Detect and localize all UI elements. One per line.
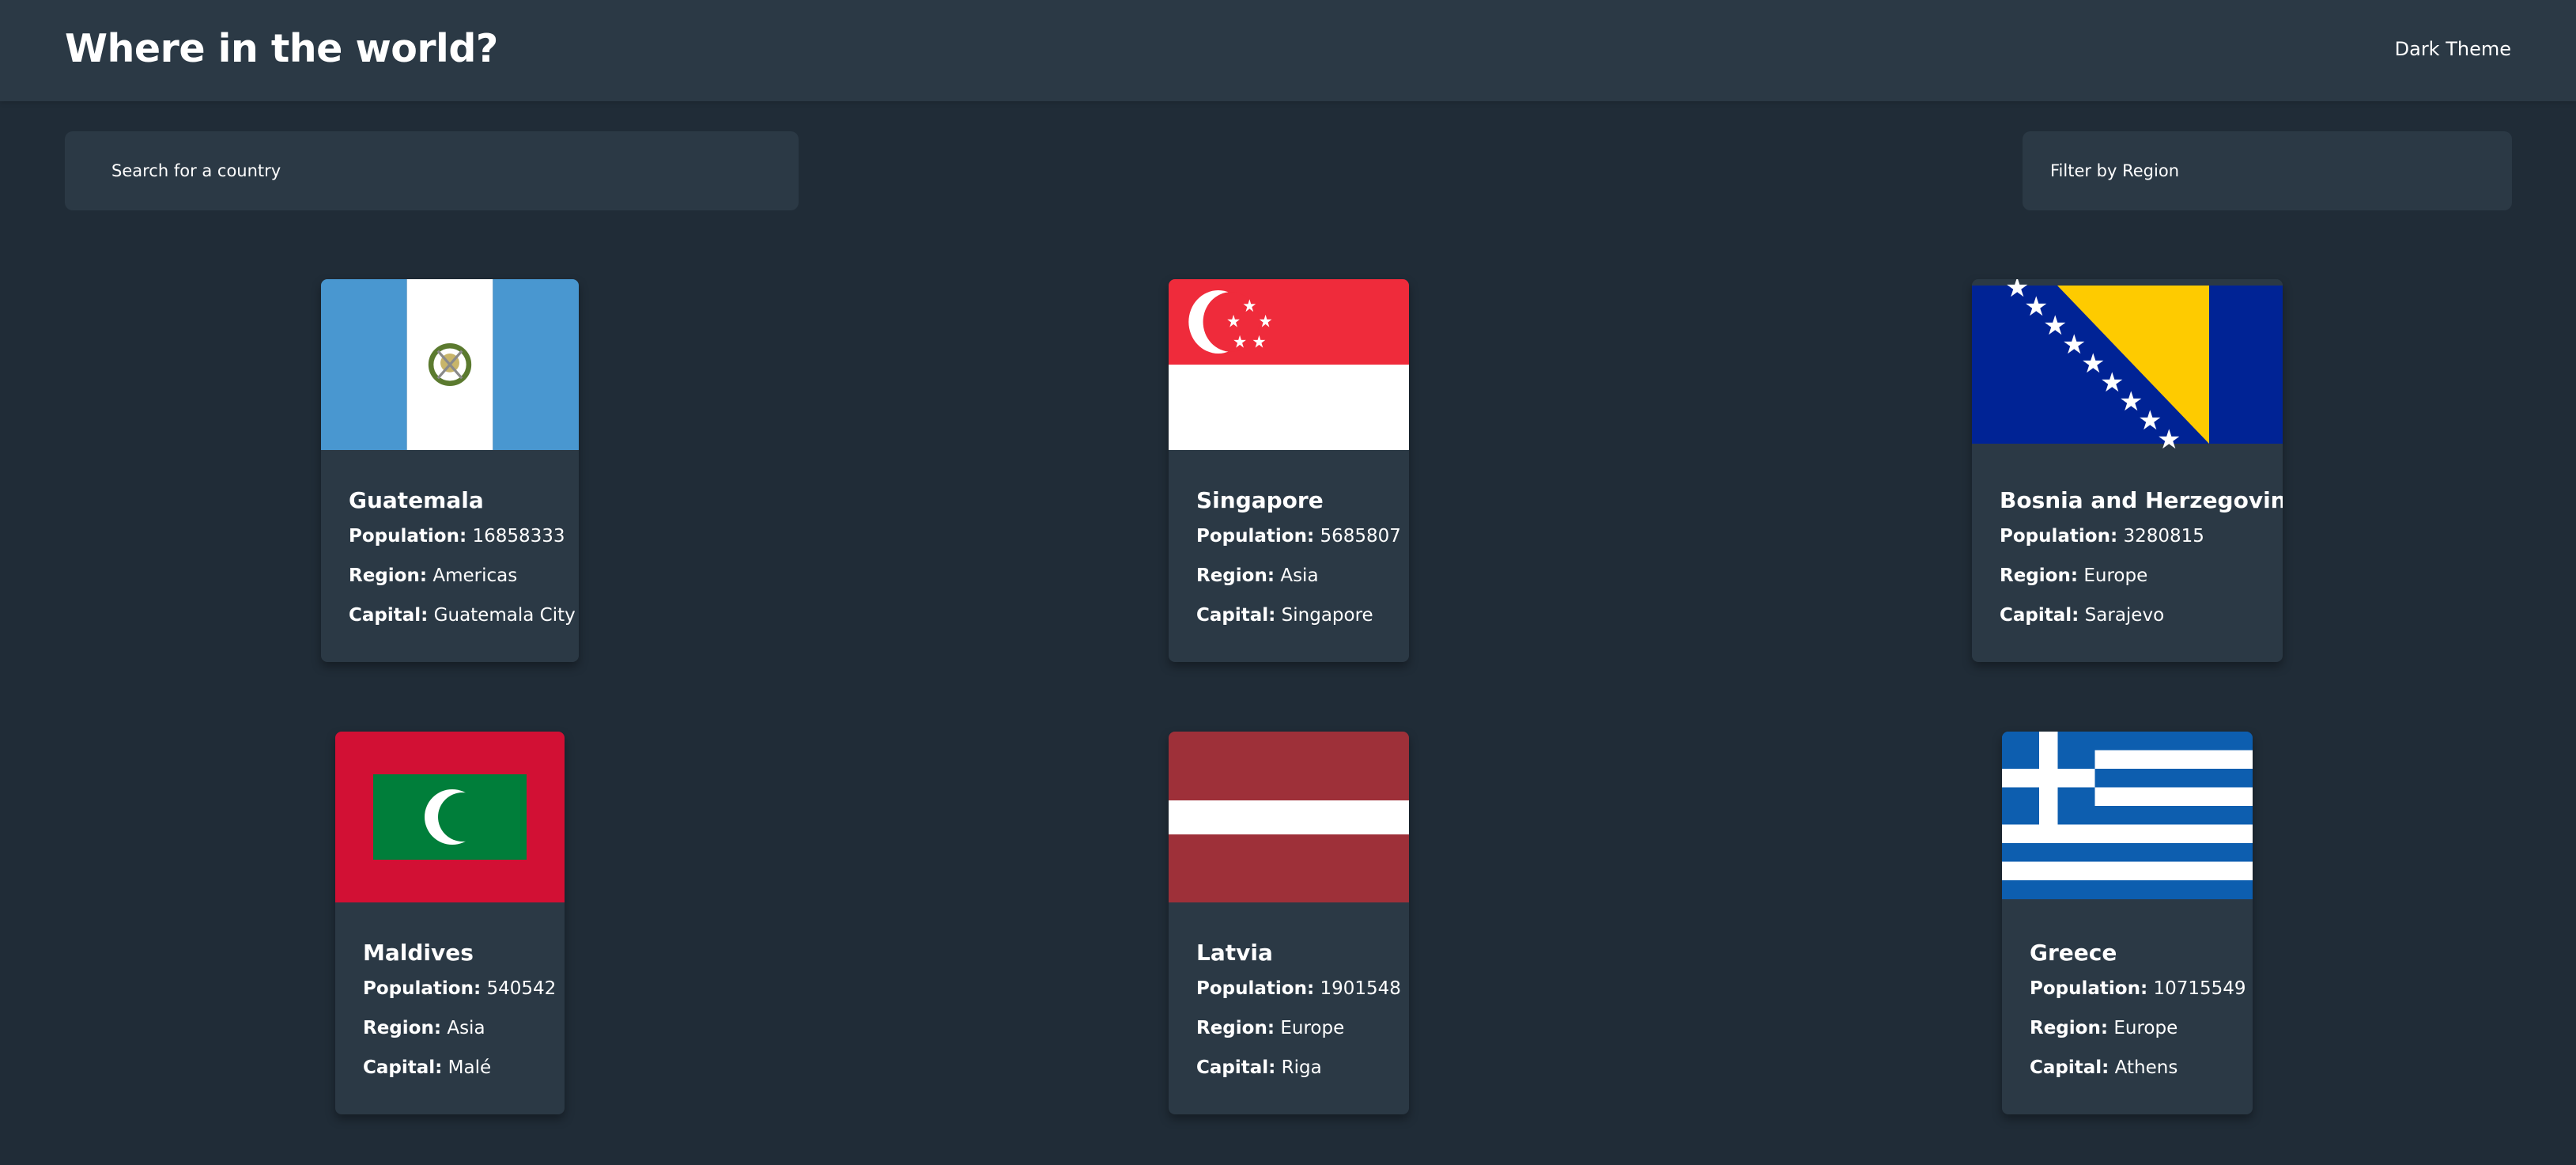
capital-row: Capital: Athens (2030, 1057, 2178, 1078)
region-filter-dropdown[interactable]: Filter by Region (2023, 131, 2512, 210)
search-input[interactable] (65, 131, 799, 210)
population-row: Population: 3280815 (2000, 526, 2204, 547)
country-name: Greece (2030, 940, 2117, 966)
country-card-singapore[interactable]: ★ ★ ★ ★ ★ Singapore Population: 5685807 … (1169, 279, 1409, 662)
latvia-flag-icon (1169, 732, 1409, 902)
country-name: Guatemala (349, 487, 484, 513)
region-row: Region: Asia (1196, 565, 1319, 586)
capital-row: Capital: Malé (363, 1057, 492, 1078)
country-card-guatemala[interactable]: Guatemala Population: 16858333 Region: A… (321, 279, 579, 662)
singapore-flag-icon: ★ ★ ★ ★ ★ (1169, 279, 1409, 450)
page-title: Where in the world? (65, 26, 498, 71)
country-name: Latvia (1196, 940, 1273, 966)
svg-text:★: ★ (1233, 332, 1247, 352)
country-name: Maldives (363, 940, 474, 966)
region-row: Region: Americas (349, 565, 518, 586)
greece-flag-icon (2002, 732, 2253, 902)
country-card-maldives[interactable]: Maldives Population: 540542 Region: Asia… (335, 732, 565, 1114)
region-row: Region: Asia (363, 1018, 485, 1038)
capital-row: Capital: Guatemala City (349, 605, 576, 626)
svg-text:★: ★ (1242, 296, 1256, 316)
population-row: Population: 10715549 (2030, 978, 2246, 999)
population-row: Population: 16858333 (349, 526, 565, 547)
maldives-flag-icon (335, 732, 565, 902)
country-name: Singapore (1196, 487, 1324, 513)
country-card-greece[interactable]: Greece Population: 10715549 Region: Euro… (2002, 732, 2253, 1114)
country-card-latvia[interactable]: Latvia Population: 1901548 Region: Europ… (1169, 732, 1409, 1114)
population-row: Population: 1901548 (1196, 978, 1401, 999)
capital-row: Capital: Singapore (1196, 605, 1373, 626)
svg-text:★: ★ (1258, 312, 1272, 331)
app-header: Where in the world? Dark Theme (0, 0, 2576, 101)
population-row: Population: 540542 (363, 978, 557, 999)
svg-text:★: ★ (2157, 424, 2181, 450)
theme-toggle-button[interactable]: Dark Theme (2395, 35, 2511, 63)
population-row: Population: 5685807 (1196, 526, 1401, 547)
region-row: Region: Europe (2000, 565, 2148, 586)
capital-row: Capital: Sarajevo (2000, 605, 2165, 626)
country-name: Bosnia and Herzegovina (2000, 487, 2283, 513)
region-row: Region: Europe (1196, 1018, 1345, 1038)
capital-row: Capital: Riga (1196, 1057, 1322, 1078)
bosnia-flag-icon: ★ ★ ★ ★ ★ ★ ★ ★ ★ (1972, 279, 2283, 450)
region-row: Region: Europe (2030, 1018, 2178, 1038)
guatemala-flag-icon (321, 279, 579, 450)
svg-text:★: ★ (1252, 332, 1266, 352)
svg-text:★: ★ (1226, 312, 1241, 331)
country-card-bosnia-and-herzegovina[interactable]: ★ ★ ★ ★ ★ ★ ★ ★ ★ Bosnia and Herzegovina… (1972, 279, 2283, 662)
